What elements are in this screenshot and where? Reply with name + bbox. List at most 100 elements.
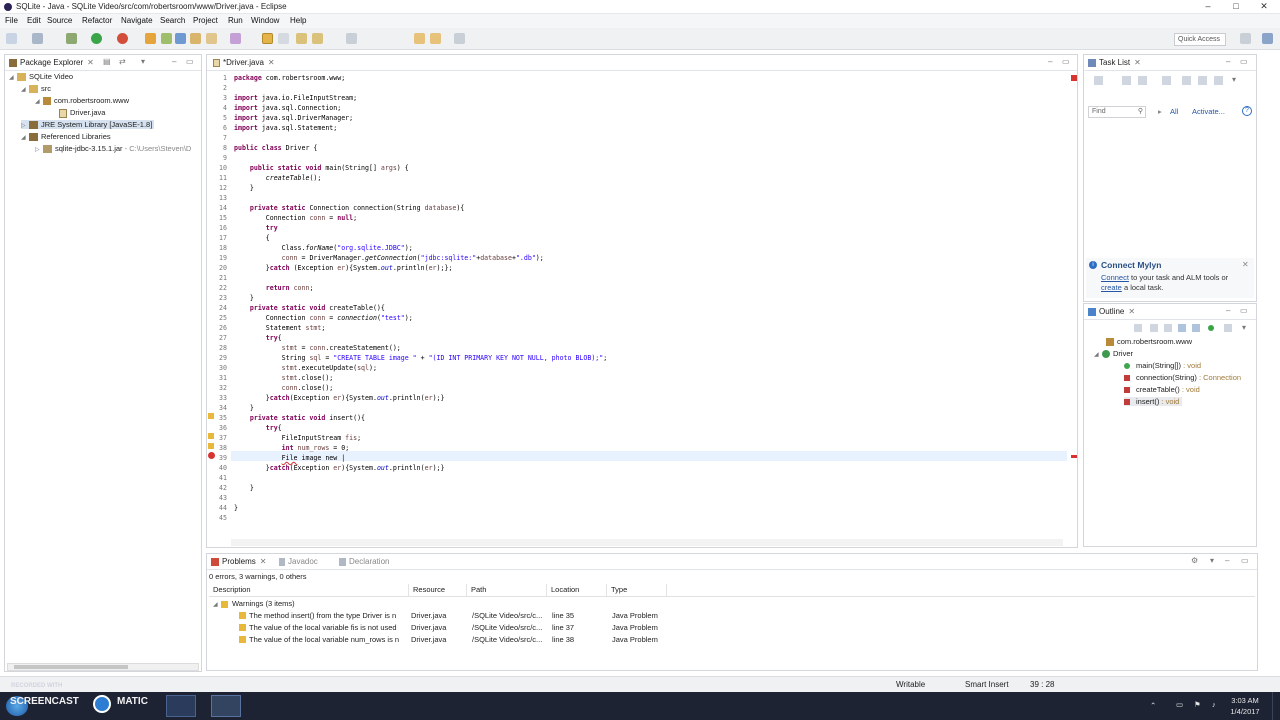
tab-problems[interactable]: Problems ✕: [211, 557, 267, 566]
activate-task-link[interactable]: Activate...: [1192, 107, 1225, 116]
outline-member-connection[interactable]: connection(String) : Connection: [1124, 373, 1241, 382]
collapse-all-icon[interactable]: [1134, 324, 1142, 332]
show-desktop-button[interactable]: [1272, 692, 1280, 720]
focus-workweek-icon[interactable]: [1182, 76, 1191, 85]
forward-history-icon[interactable]: [454, 33, 465, 44]
horizontal-scrollbar[interactable]: [7, 663, 199, 671]
tree-item-referenced-libraries[interactable]: ◢ Referenced Libraries: [21, 132, 111, 142]
tray-network-icon[interactable]: ▭: [1176, 700, 1183, 709]
warnings-group-row[interactable]: ◢ Warnings (3 items): [213, 598, 295, 610]
run-external-icon[interactable]: [117, 33, 128, 44]
hide-local-types-icon[interactable]: [1208, 325, 1214, 331]
outline-member-main[interactable]: main(String[]) : void: [1124, 361, 1201, 370]
problem-row[interactable]: The value of the local variable fis is n…: [209, 622, 1255, 634]
collapse-all-icon[interactable]: ▤: [103, 57, 111, 66]
prev-annotation-icon[interactable]: [312, 33, 323, 44]
forward-icon[interactable]: [430, 33, 441, 44]
hide-completed-icon[interactable]: [1162, 76, 1171, 85]
menu-project[interactable]: Project: [193, 16, 218, 25]
menu-window[interactable]: Window: [251, 16, 279, 25]
debug-icon[interactable]: [66, 33, 77, 44]
column-type[interactable]: Type: [607, 584, 667, 596]
new-task-icon[interactable]: [1094, 76, 1103, 85]
view-menu-icon[interactable]: ▾: [1232, 75, 1236, 84]
java-perspective-icon[interactable]: [1262, 33, 1273, 44]
tab-outline[interactable]: Outline ✕: [1088, 307, 1135, 316]
maximize-view-icon[interactable]: ▭: [1241, 556, 1249, 565]
close-button[interactable]: ✕: [1250, 0, 1278, 14]
toggle-highlight-icon[interactable]: [262, 33, 273, 44]
menu-source[interactable]: Source: [47, 16, 72, 25]
problem-row[interactable]: The method insert() from the type Driver…: [209, 610, 1255, 622]
new-package-icon[interactable]: [161, 33, 172, 44]
create-link[interactable]: create: [1101, 283, 1122, 292]
view-menu-icon[interactable]: ▾: [141, 57, 145, 66]
open-task-icon[interactable]: [230, 33, 241, 44]
tab-task-list[interactable]: Task List ✕: [1088, 58, 1141, 67]
search-icon[interactable]: [206, 33, 217, 44]
tray-volume-icon[interactable]: ♪: [1212, 700, 1216, 709]
minimize-view-icon[interactable]: –: [1225, 556, 1229, 565]
task-find-field[interactable]: Find ⚲: [1088, 106, 1146, 118]
minimize-view-icon[interactable]: –: [1226, 306, 1230, 315]
filter-icon[interactable]: ⚙: [1191, 556, 1198, 565]
clock-date[interactable]: 1/4/2017: [1226, 707, 1264, 716]
tab-package-explorer[interactable]: Package Explorer ✕: [9, 58, 94, 67]
new-java-project-icon[interactable]: [145, 33, 156, 44]
new-icon[interactable]: [6, 33, 17, 44]
minimize-view-icon[interactable]: –: [172, 57, 176, 66]
last-edit-icon[interactable]: [346, 33, 357, 44]
maximize-view-icon[interactable]: ▭: [186, 57, 194, 66]
help-icon[interactable]: ?: [1242, 106, 1252, 116]
open-type-icon[interactable]: [190, 33, 201, 44]
outline-member-insert[interactable]: insert() : void: [1124, 397, 1183, 406]
menu-refactor[interactable]: Refactor: [82, 16, 112, 25]
menu-help[interactable]: Help: [290, 16, 306, 25]
minimize-view-icon[interactable]: –: [1226, 57, 1230, 66]
menu-run[interactable]: Run: [228, 16, 243, 25]
menu-navigate[interactable]: Navigate: [121, 16, 153, 25]
sort-icon[interactable]: [1150, 324, 1158, 332]
new-class-icon[interactable]: [175, 33, 186, 44]
task-filter-all-link[interactable]: All: [1170, 107, 1178, 116]
sync-icon[interactable]: [1214, 76, 1223, 85]
tree-item-driver-java[interactable]: Driver.java: [59, 108, 105, 118]
close-icon[interactable]: ✕: [260, 557, 267, 566]
maximize-view-icon[interactable]: ▭: [1240, 57, 1248, 66]
column-path[interactable]: Path: [467, 584, 547, 596]
hide-nonpublic-icon[interactable]: [1192, 324, 1200, 332]
maximize-view-icon[interactable]: ▭: [1062, 57, 1070, 66]
close-icon[interactable]: ✕: [268, 58, 275, 67]
close-icon[interactable]: ✕: [1242, 260, 1249, 269]
outline-package[interactable]: com.robertsroom.www: [1106, 337, 1192, 347]
view-menu-icon[interactable]: ▾: [1210, 556, 1214, 565]
maximize-button[interactable]: □: [1222, 0, 1250, 14]
hide-static-icon[interactable]: [1178, 324, 1186, 332]
open-perspective-icon[interactable]: [1240, 33, 1251, 44]
close-icon[interactable]: ✕: [1134, 58, 1141, 67]
column-description[interactable]: Description: [209, 584, 409, 596]
tray-up-arrow-icon[interactable]: ⌃: [1150, 701, 1156, 710]
tree-item-sqlite-jar[interactable]: ▷ sqlite-jdbc-3.15.1.jar - C:\Users\Steve…: [35, 144, 191, 154]
scheduled-icon[interactable]: [1138, 76, 1147, 85]
menu-search[interactable]: Search: [160, 16, 185, 25]
link-editor-icon[interactable]: [1224, 324, 1232, 332]
column-location[interactable]: Location: [547, 584, 607, 596]
tree-item-project[interactable]: ◢ SQLite Video: [9, 72, 73, 82]
code-area[interactable]: package com.robertsroom.www; import java…: [207, 73, 1065, 533]
maximize-view-icon[interactable]: ▭: [1240, 306, 1248, 315]
tab-driver-java[interactable]: *Driver.java ✕: [213, 58, 275, 67]
minimize-view-icon[interactable]: –: [1048, 57, 1052, 66]
outline-class[interactable]: ◢ Driver: [1094, 349, 1133, 359]
collapse-all-icon[interactable]: [1198, 76, 1207, 85]
run-icon[interactable]: [91, 33, 102, 44]
tree-item-package[interactable]: ◢ com.robertsroom.www: [35, 96, 129, 106]
menu-file[interactable]: File: [5, 16, 18, 25]
link-editor-icon[interactable]: ⇄: [119, 57, 126, 66]
tree-item-jre[interactable]: ▷ JRE System Library [JavaSE-1.8]: [21, 120, 155, 130]
view-menu-icon[interactable]: ▾: [1242, 323, 1246, 332]
scrollbar-thumb[interactable]: [14, 665, 128, 669]
error-overview-marker[interactable]: [1071, 455, 1077, 458]
next-annotation-icon[interactable]: [296, 33, 307, 44]
tab-declaration[interactable]: Declaration: [339, 557, 389, 566]
